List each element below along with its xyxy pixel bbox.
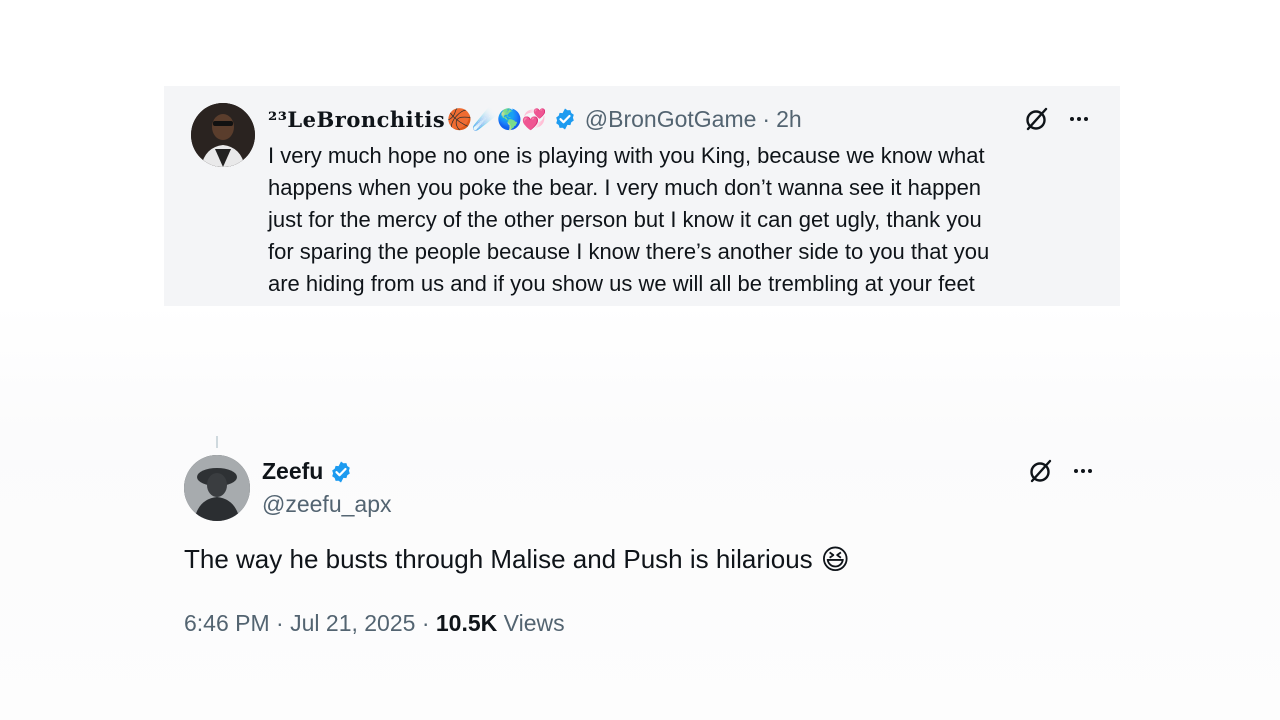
verified-badge-icon [329, 460, 353, 484]
tweet-time[interactable]: 6:46 PM [184, 610, 270, 636]
main-tweet-actions [1028, 458, 1096, 484]
quoted-tweet-header: ²³LeBronchitis 🏀☄️🌎💞 @BronGotGame · 2h [268, 104, 802, 134]
more-icon[interactable] [1066, 106, 1092, 132]
avatar-image [191, 103, 255, 167]
avatar[interactable] [191, 103, 255, 167]
text-line: for sparing the people because I know th… [268, 239, 990, 264]
thread-connector [216, 436, 218, 448]
avatar[interactable] [184, 455, 250, 521]
tweet-date[interactable]: Jul 21, 2025 [290, 610, 415, 636]
separator: · [421, 610, 430, 636]
separator: · [276, 610, 284, 636]
display-name[interactable]: ²³LeBronchitis [268, 107, 445, 132]
grok-icon[interactable] [1024, 106, 1050, 132]
quoted-tweet-text: I very much hope no one is playing with … [268, 140, 1088, 300]
display-name[interactable]: Zeefu [262, 458, 323, 485]
tweet-meta: 6:46 PM · Jul 21, 2025 · 10.5K Views [184, 610, 565, 637]
laughing-emoji: 😆 [820, 544, 850, 575]
name-emojis: 🏀☄️🌎💞 [447, 108, 547, 131]
text-line: I very much hope no one is playing with … [268, 143, 985, 168]
text-line: happens when you poke the bear. I very m… [268, 175, 982, 200]
timestamp[interactable]: 2h [776, 106, 802, 133]
handle[interactable]: @BronGotGame [585, 106, 757, 133]
text-line: are hiding from us and if you show us we… [268, 271, 975, 296]
more-icon[interactable] [1070, 458, 1096, 484]
main-tweet-text: The way he busts through Malise and Push… [184, 543, 850, 576]
views-count[interactable]: 10.5K [436, 610, 497, 636]
text-line: just for the mercy of the other person b… [268, 207, 982, 232]
quoted-tweet-actions [1024, 106, 1092, 132]
tweet-text: The way he busts through Malise and Push… [184, 544, 813, 574]
quoted-tweet-card[interactable]: ²³LeBronchitis 🏀☄️🌎💞 @BronGotGame · 2h I… [164, 86, 1120, 306]
avatar-image [184, 455, 250, 521]
separator: · [762, 105, 771, 132]
grok-icon[interactable] [1028, 458, 1054, 484]
views-label: Views [503, 610, 565, 636]
handle[interactable]: @zeefu_apx [262, 491, 392, 518]
verified-badge-icon [553, 107, 577, 131]
main-tweet-name-row: Zeefu [262, 458, 353, 485]
